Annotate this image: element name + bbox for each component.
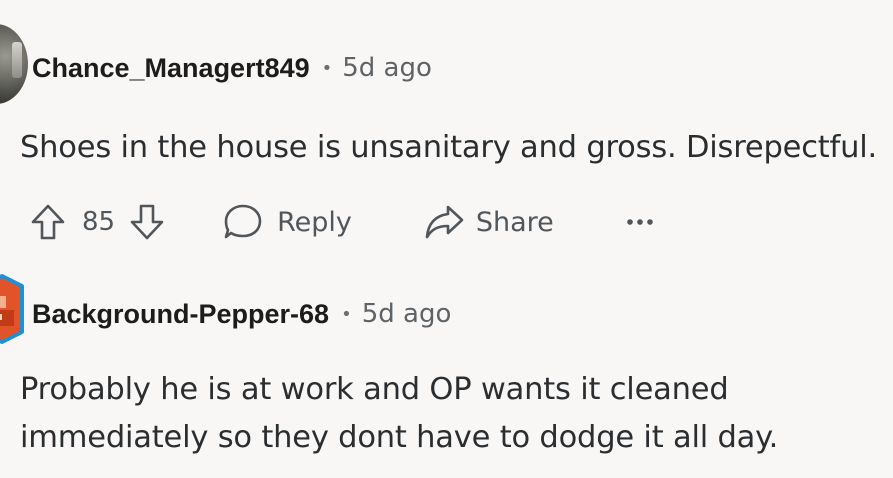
username[interactable]: Chance_Managert849 bbox=[32, 53, 310, 84]
comment-header: Chance_Managert849 • 5d ago bbox=[32, 50, 432, 86]
comment-body: Probably he is at work and OP wants it c… bbox=[20, 366, 889, 462]
downvote-icon[interactable] bbox=[129, 203, 165, 241]
username[interactable]: Background-Pepper-68 bbox=[32, 299, 329, 330]
comment-text-line: immediately so they dont have to dodge i… bbox=[20, 420, 779, 455]
reply-label: Reply bbox=[277, 206, 352, 238]
comment: Chance_Managert849 • 5d ago Shoes in the… bbox=[0, 0, 893, 250]
comment-text-line: Probably he is at work and OP wants it c… bbox=[20, 372, 729, 407]
separator-dot: • bbox=[341, 303, 352, 325]
comment: Background-Pepper-68 • 5d ago Probably h… bbox=[0, 250, 893, 478]
reply-button[interactable]: Reply bbox=[223, 203, 352, 241]
timestamp[interactable]: 5d ago bbox=[362, 299, 452, 329]
more-options-button[interactable] bbox=[626, 217, 654, 227]
reply-bubble-icon bbox=[223, 203, 263, 241]
comment-body: Shoes in the house is unsanitary and gro… bbox=[20, 124, 889, 172]
separator-dot: • bbox=[321, 57, 333, 79]
avatar[interactable] bbox=[0, 274, 24, 344]
upvote-icon[interactable] bbox=[30, 203, 66, 241]
comment-text-line: Shoes in the house is unsanitary and gro… bbox=[20, 130, 877, 165]
timestamp[interactable]: 5d ago bbox=[342, 53, 432, 83]
comment-header: Background-Pepper-68 • 5d ago bbox=[32, 296, 451, 332]
vote-score: 85 bbox=[82, 207, 116, 237]
share-arrow-icon bbox=[424, 204, 464, 240]
share-label: Share bbox=[475, 206, 554, 238]
avatar[interactable] bbox=[0, 24, 28, 104]
share-button[interactable]: Share bbox=[424, 204, 554, 240]
comment-actions: 85 Reply Share bbox=[30, 196, 654, 248]
more-options-icon bbox=[626, 217, 654, 227]
vote-group: 85 bbox=[30, 203, 165, 241]
